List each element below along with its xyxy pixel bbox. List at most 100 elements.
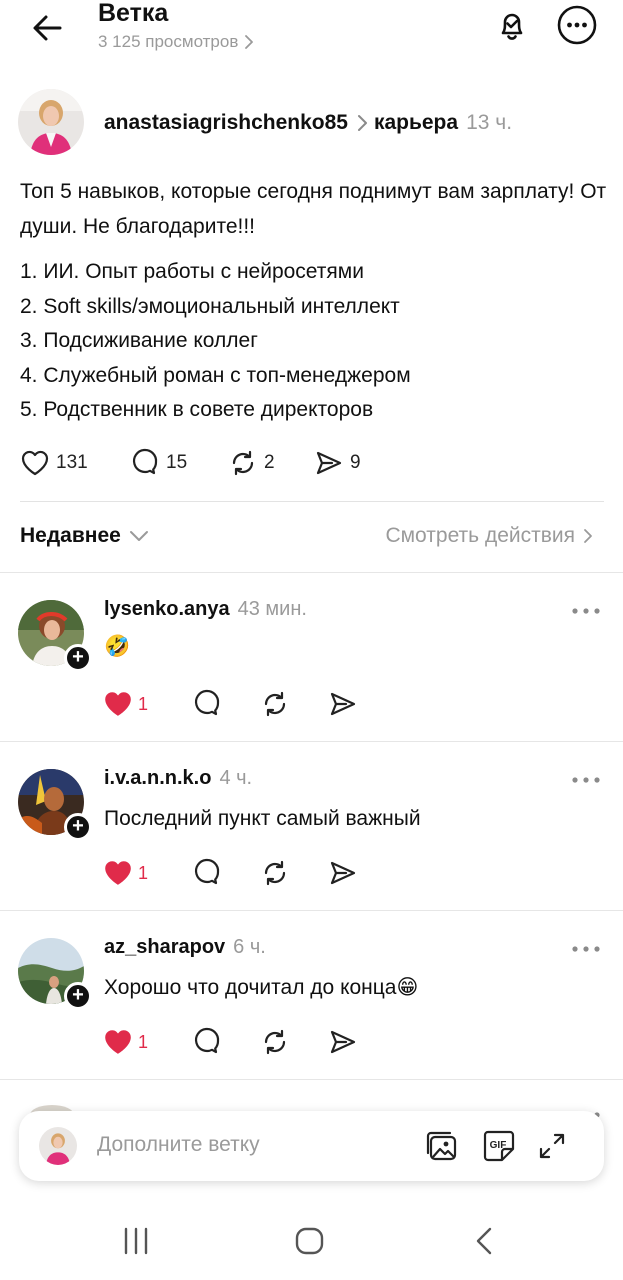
comment-actions: 1 xyxy=(102,1026,358,1058)
comment-more-icon[interactable] xyxy=(570,606,602,616)
comment-like-button[interactable]: 1 xyxy=(102,858,192,888)
share-count: 9 xyxy=(350,452,361,473)
divider xyxy=(0,572,623,573)
comment-reply-button[interactable] xyxy=(192,1027,260,1057)
follow-plus-icon[interactable]: + xyxy=(64,982,92,1010)
comment-meta: az_sharapov 6 ч. xyxy=(104,936,266,959)
divider xyxy=(20,501,604,502)
comment-like-button[interactable]: 1 xyxy=(102,1027,192,1057)
back-arrow-icon[interactable] xyxy=(26,6,70,50)
comment-more-icon[interactable] xyxy=(570,944,602,954)
post-meta: anastasiagrishchenko85 карьера 13 ч. xyxy=(104,109,512,137)
sort-label: Недавнее xyxy=(20,524,121,547)
post-list: 1. ИИ. Опыт работы с нейросетями 2. Soft… xyxy=(20,255,610,428)
post-list-item: 3. Подсиживание коллег xyxy=(20,329,258,352)
comment-repost-button[interactable] xyxy=(260,1027,328,1057)
comment-icon xyxy=(194,1027,220,1054)
bell-check-icon[interactable] xyxy=(490,2,534,46)
comment-like-count: 1 xyxy=(138,862,149,883)
author-username[interactable]: anastasiagrishchenko85 xyxy=(104,109,348,137)
comment-button[interactable]: 15 xyxy=(130,447,187,479)
author-avatar[interactable] xyxy=(18,89,84,155)
comment-count: 15 xyxy=(166,452,188,473)
repost-icon xyxy=(264,860,286,886)
home-nav-icon[interactable] xyxy=(294,1226,326,1256)
sort-dropdown[interactable]: Недавнее xyxy=(20,524,149,548)
gif-icon[interactable]: GIF xyxy=(479,1126,519,1166)
divider xyxy=(0,741,623,742)
heart-icon xyxy=(105,1030,131,1054)
divider xyxy=(0,1079,623,1080)
comment-like-count: 1 xyxy=(138,693,149,714)
send-icon xyxy=(316,451,342,475)
share-button[interactable]: 9 xyxy=(314,447,361,479)
repost-icon xyxy=(264,691,286,717)
page-title: Ветка xyxy=(98,0,169,27)
like-count: 131 xyxy=(56,452,88,473)
comment-icon xyxy=(132,448,158,475)
post-list-item: 4. Служебный роман с топ-менеджером xyxy=(20,363,411,387)
comment-text: 🤣 xyxy=(104,635,131,658)
comment-reply-button[interactable] xyxy=(192,689,260,719)
comment-reply-button[interactable] xyxy=(192,858,260,888)
comment-time: 43 мин. xyxy=(237,598,307,620)
comment-share-button[interactable] xyxy=(328,858,358,888)
follow-plus-icon[interactable]: + xyxy=(64,813,92,841)
comment-actions: 1 xyxy=(102,688,358,720)
image-icon[interactable] xyxy=(422,1126,462,1166)
comment-meta: i.v.a.n.n.k.o 4 ч. xyxy=(104,767,252,790)
comment-icon xyxy=(194,689,220,716)
repost-icon xyxy=(264,1029,286,1055)
like-button[interactable]: 131 xyxy=(20,447,88,479)
back-nav-icon[interactable] xyxy=(472,1226,498,1256)
reply-composer[interactable]: Дополните ветку GIF xyxy=(19,1111,604,1181)
comment-share-button[interactable] xyxy=(328,689,358,719)
comment-time: 6 ч. xyxy=(233,936,266,958)
system-nav-bar xyxy=(0,1200,623,1280)
heart-icon xyxy=(105,692,131,716)
send-icon xyxy=(330,1030,356,1054)
send-icon xyxy=(330,692,356,716)
comment-more-icon[interactable] xyxy=(570,775,602,785)
post-list-item: 1. ИИ. Опыт работы с нейросетями xyxy=(20,260,364,283)
post-list-item: 2. Soft skills/эмоциональный интеллект xyxy=(20,294,400,318)
expand-icon[interactable] xyxy=(532,1126,572,1166)
comment-repost-button[interactable] xyxy=(260,858,328,888)
repost-count: 2 xyxy=(264,452,275,473)
recents-nav-icon[interactable] xyxy=(118,1226,154,1256)
comment-username[interactable]: az_sharapov xyxy=(104,936,225,959)
views-count-link[interactable]: 3 125 просмотров xyxy=(98,31,254,53)
repost-button[interactable]: 2 xyxy=(228,447,275,479)
post-list-item: 5. Родственник в совете директоров xyxy=(20,398,374,421)
comment-icon xyxy=(194,858,220,885)
divider xyxy=(0,910,623,911)
view-activity-label: Смотреть действия xyxy=(385,524,575,547)
gif-label: GIF xyxy=(490,1140,507,1151)
comment-repost-button[interactable] xyxy=(260,689,328,719)
repost-icon xyxy=(232,450,254,476)
heart-icon xyxy=(105,861,131,885)
chevron-down-icon xyxy=(129,531,148,541)
chevron-right-icon xyxy=(245,35,254,49)
views-count: 3 125 просмотров xyxy=(98,32,239,51)
comment-username[interactable]: i.v.a.n.n.k.o xyxy=(104,767,211,790)
comment-time: 4 ч. xyxy=(219,767,253,789)
comment-text: Хорошо что дочитал до конца😁 xyxy=(104,976,419,999)
comment-text: Последний пункт самый важный xyxy=(104,807,421,830)
follow-plus-icon[interactable]: + xyxy=(64,644,92,672)
comment-like-button[interactable]: 1 xyxy=(102,689,192,719)
post-text: Топ 5 навыков, которые сегодня поднимут … xyxy=(20,180,607,238)
comment-share-button[interactable] xyxy=(328,1027,358,1057)
more-circle-icon[interactable] xyxy=(555,3,599,47)
heart-icon xyxy=(21,450,49,476)
send-icon xyxy=(330,861,356,885)
post-topic[interactable]: карьера xyxy=(374,109,458,137)
chevron-right-icon xyxy=(584,529,592,543)
composer-avatar xyxy=(39,1127,77,1165)
reply-input[interactable]: Дополните ветку xyxy=(97,1133,260,1157)
comment-actions: 1 xyxy=(102,857,358,889)
comment-like-count: 1 xyxy=(138,1031,149,1052)
comment-username[interactable]: lysenko.anya xyxy=(104,598,230,621)
chevron-right-icon xyxy=(357,115,367,131)
view-activity-link[interactable]: Смотреть действия xyxy=(385,524,593,548)
